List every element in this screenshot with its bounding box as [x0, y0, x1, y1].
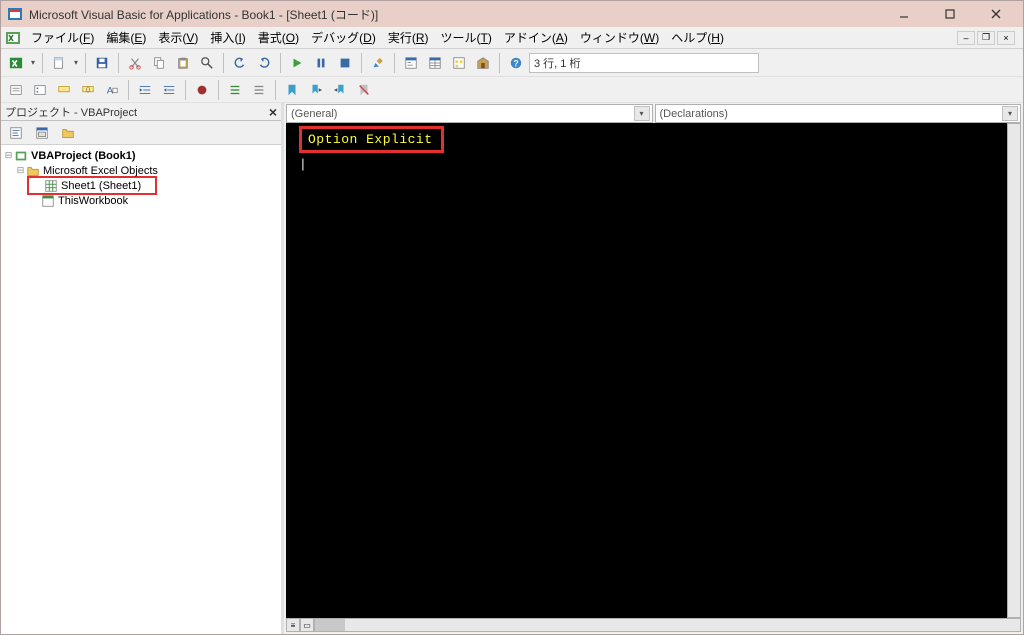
save-button[interactable]: [91, 52, 113, 74]
tree-root-label: VBAProject (Book1): [31, 150, 136, 162]
menu-help[interactable]: ヘルプ(H): [665, 27, 730, 48]
parameter-info-button[interactable]: (): [77, 79, 99, 101]
code-margin: [286, 123, 296, 618]
view-code-button[interactable]: [5, 123, 27, 143]
procedure-dropdown-value: (Declarations): [660, 108, 728, 120]
menu-edit[interactable]: 編集(E): [100, 27, 152, 48]
code-pane: (General) ▾ (Declarations) ▾ Option Expl…: [284, 103, 1023, 634]
tree-sheet-label: Sheet1 (Sheet1): [61, 180, 141, 192]
window-title: Microsoft Visual Basic for Applications …: [29, 6, 881, 23]
menu-insert[interactable]: 挿入(I): [204, 27, 251, 48]
tree-project-root[interactable]: ⊟ VBAProject (Book1): [3, 148, 279, 163]
menu-bar: ファイル(F) 編集(E) 表示(V) 挿入(I) 書式(O) デバッグ(D) …: [1, 27, 1023, 49]
run-button[interactable]: [286, 52, 308, 74]
mdi-restore-button[interactable]: ❐: [977, 31, 995, 45]
mdi-minimize-button[interactable]: –: [957, 31, 975, 45]
main-area: プロジェクト - VBAProject × ⊟ VBAProject (Book…: [1, 103, 1023, 634]
code-editor[interactable]: Option Explicit: [286, 123, 1007, 618]
procedure-dropdown[interactable]: (Declarations) ▾: [655, 104, 1022, 123]
undo-button[interactable]: [229, 52, 251, 74]
chevron-down-icon: ▾: [634, 106, 650, 121]
object-dropdown-value: (General): [291, 108, 337, 120]
view-excel-dropdown[interactable]: ▾: [29, 58, 37, 67]
tree-folder-label: Microsoft Excel Objects: [43, 165, 158, 177]
properties-window-button[interactable]: [424, 52, 446, 74]
paste-button[interactable]: [172, 52, 194, 74]
project-explorer-toolbar: [1, 121, 281, 145]
menu-format[interactable]: 書式(O): [252, 27, 305, 48]
break-button[interactable]: [310, 52, 332, 74]
reset-button[interactable]: [334, 52, 356, 74]
object-browser-button[interactable]: [448, 52, 470, 74]
standard-toolbar: ▾ ▾ ? 3 行, 1 桁: [1, 49, 1023, 77]
toolbox-button[interactable]: [472, 52, 494, 74]
breakpoint-button[interactable]: [191, 79, 213, 101]
mdi-close-button[interactable]: ×: [997, 31, 1015, 45]
menu-run[interactable]: 実行(R): [382, 27, 435, 48]
insert-module-button[interactable]: [48, 52, 70, 74]
object-dropdown[interactable]: (General) ▾: [286, 104, 653, 123]
window-titlebar: Microsoft Visual Basic for Applications …: [1, 1, 1023, 27]
find-button[interactable]: [196, 52, 218, 74]
bookmark-toggle-button[interactable]: [281, 79, 303, 101]
project-explorer-header: プロジェクト - VBAProject ×: [1, 103, 281, 121]
view-object-button[interactable]: [31, 123, 53, 143]
redo-button[interactable]: [253, 52, 275, 74]
complete-word-button[interactable]: A: [101, 79, 123, 101]
window-maximize-button[interactable]: [927, 1, 973, 27]
menu-addins[interactable]: アドイン(A): [498, 27, 574, 48]
uncomment-block-button[interactable]: [248, 79, 270, 101]
window-minimize-button[interactable]: [881, 1, 927, 27]
project-explorer-close-button[interactable]: ×: [269, 104, 277, 120]
tree-folder-excel-objects[interactable]: ⊟ Microsoft Excel Objects: [3, 163, 279, 178]
comment-block-button[interactable]: [224, 79, 246, 101]
outdent-button[interactable]: [158, 79, 180, 101]
horizontal-scrollbar[interactable]: [314, 618, 1021, 632]
bookmark-clear-button[interactable]: [353, 79, 375, 101]
toggle-folders-button[interactable]: [57, 123, 79, 143]
bookmark-prev-button[interactable]: [329, 79, 351, 101]
cut-button[interactable]: [124, 52, 146, 74]
list-constants-button[interactable]: [29, 79, 51, 101]
quick-info-button[interactable]: [53, 79, 75, 101]
tree-item-thisworkbook[interactable]: ThisWorkbook: [3, 193, 279, 208]
help-button[interactable]: ?: [505, 52, 527, 74]
code-line-1: Option Explicit: [299, 126, 444, 153]
vertical-scrollbar[interactable]: [1007, 123, 1021, 618]
insert-module-dropdown[interactable]: ▾: [72, 58, 80, 67]
vba-app-icon: [7, 6, 23, 22]
cursor-position-display: 3 行, 1 桁: [529, 53, 759, 73]
folder-icon: [26, 164, 40, 178]
procedure-view-button[interactable]: ≡: [286, 618, 300, 632]
code-cursor: [299, 157, 1004, 171]
list-properties-button[interactable]: [5, 79, 27, 101]
copy-button[interactable]: [148, 52, 170, 74]
edit-toolbar: () A: [1, 77, 1023, 103]
project-tree[interactable]: ⊟ VBAProject (Book1) ⊟ Microsoft Excel O…: [1, 145, 281, 634]
svg-text:(): (): [86, 85, 90, 92]
design-mode-button[interactable]: [367, 52, 389, 74]
menu-debug[interactable]: デバッグ(D): [305, 27, 382, 48]
menu-view[interactable]: 表示(V): [152, 27, 204, 48]
project-explorer-pane: プロジェクト - VBAProject × ⊟ VBAProject (Book…: [1, 103, 284, 634]
svg-text:?: ?: [513, 58, 518, 68]
project-explorer-title: プロジェクト - VBAProject: [5, 104, 137, 120]
menu-file[interactable]: ファイル(F): [25, 27, 100, 48]
project-icon: [14, 149, 28, 163]
worksheet-icon: [44, 179, 58, 193]
menu-window[interactable]: ウィンドウ(W): [574, 27, 665, 48]
bookmark-next-button[interactable]: [305, 79, 327, 101]
indent-button[interactable]: [134, 79, 156, 101]
menu-tools[interactable]: ツール(T): [435, 27, 498, 48]
view-excel-button[interactable]: [5, 52, 27, 74]
menu-app-icon: [5, 30, 21, 46]
window-close-button[interactable]: [973, 1, 1019, 27]
project-explorer-button[interactable]: [400, 52, 422, 74]
workbook-icon: [41, 194, 55, 208]
code-dropdowns-row: (General) ▾ (Declarations) ▾: [284, 103, 1023, 123]
full-module-view-button[interactable]: ▭: [300, 618, 314, 632]
tree-workbook-label: ThisWorkbook: [58, 195, 128, 207]
chevron-down-icon: ▾: [1002, 106, 1018, 121]
